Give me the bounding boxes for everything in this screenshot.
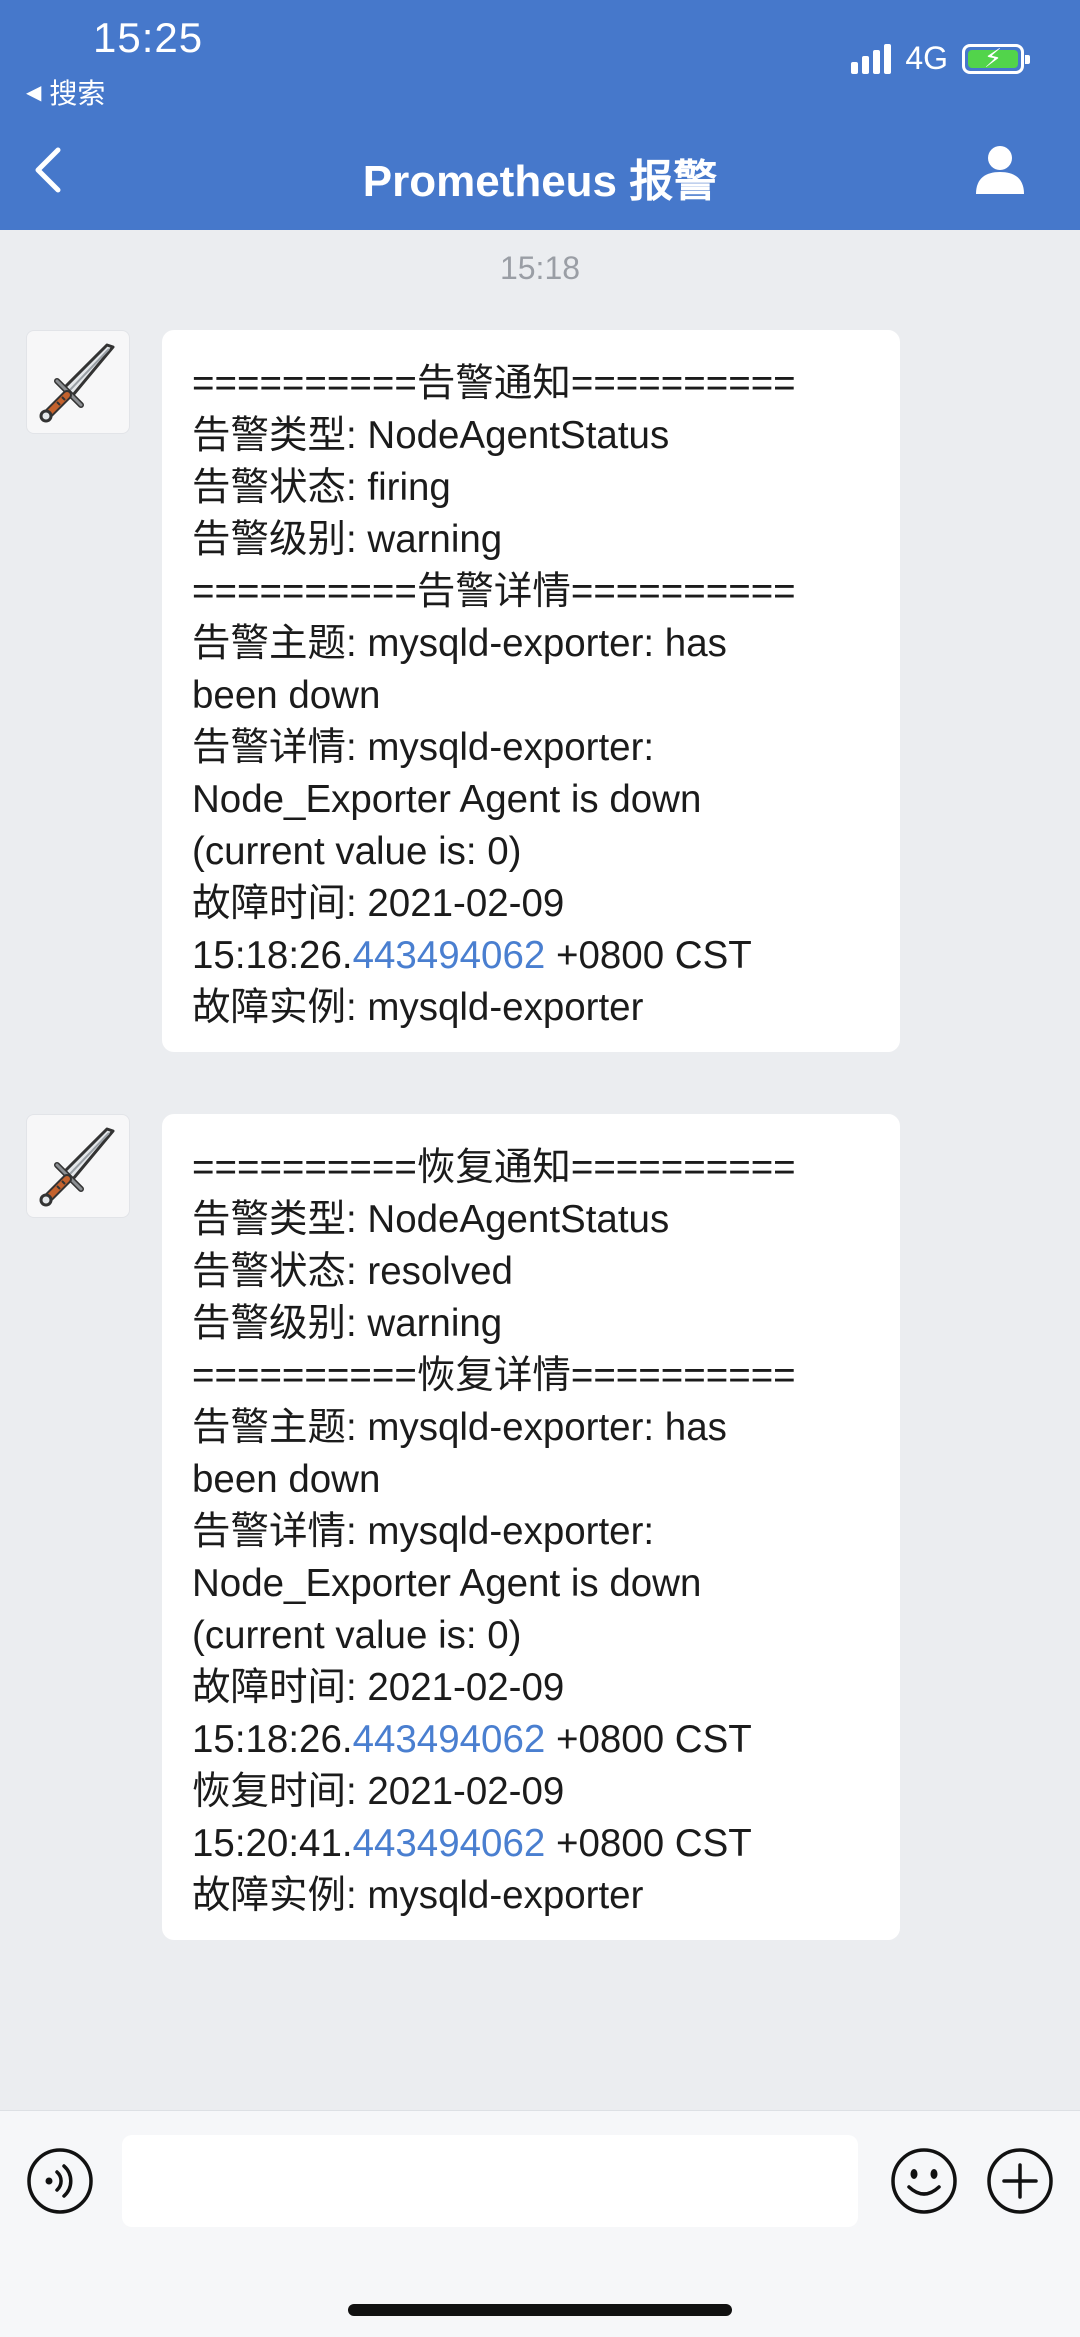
message-line: 告警类型: NodeAgentStatus	[192, 414, 670, 457]
message-line: 故障时间: 2021-02-09	[192, 1666, 565, 1709]
back-triangle-icon: ◀	[26, 81, 42, 104]
message-line: 告警级别: warning	[192, 1302, 503, 1345]
voice-icon[interactable]	[26, 2147, 94, 2215]
message-line: 告警详情: mysqld-exporter:	[192, 1510, 655, 1553]
status-indicators: 4G ⚡	[851, 40, 1030, 77]
chat-title: Prometheus 报警	[362, 157, 718, 206]
chat-timestamp: 15:18	[499, 250, 581, 286]
network-type: 4G	[905, 40, 948, 76]
sword-icon	[39, 1127, 115, 1207]
bot-avatar[interactable]	[26, 1114, 130, 1218]
message-line: 恢复时间: 2021-02-09	[192, 1770, 565, 1813]
input-bar	[0, 2110, 1080, 2337]
message-line: been down	[192, 1458, 381, 1501]
message-line-with-link: 15:20:41.443494062 +0800 CST	[192, 1822, 752, 1865]
bot-avatar[interactable]	[26, 330, 130, 434]
message-line: (current value is: 0)	[192, 1614, 522, 1657]
message-line: ==========恢复通知==========	[192, 1146, 796, 1189]
message-line: 告警主题: mysqld-exporter: has	[192, 1406, 727, 1449]
message-line-with-link: 15:18:26.443494062 +0800 CST	[192, 1718, 752, 1761]
message-line: 告警主题: mysqld-exporter: has	[192, 622, 727, 665]
sword-icon	[39, 343, 115, 423]
message-input[interactable]	[122, 2135, 858, 2227]
back-to-search-link[interactable]: ◀ 搜索	[26, 72, 105, 112]
message-line: 告警状态: resolved	[192, 1250, 513, 1293]
message-line: 故障实例: mysqld-exporter	[192, 986, 644, 1029]
plus-icon[interactable]	[986, 2147, 1054, 2215]
message-line: Node_Exporter Agent is down	[192, 778, 702, 821]
message-line: 告警状态: firing	[192, 466, 451, 509]
message-line: (current value is: 0)	[192, 830, 522, 873]
message-bubble[interactable]: ==========恢复通知========== 告警类型: NodeAgent…	[162, 1114, 900, 1940]
message-line: 告警类型: NodeAgentStatus	[192, 1198, 670, 1241]
emoji-icon[interactable]	[890, 2147, 958, 2215]
message-bubble[interactable]: ==========告警通知========== 告警类型: NodeAgent…	[162, 330, 900, 1052]
battery-icon: ⚡	[962, 43, 1030, 74]
header: 15:25 ◀ 搜索 4G ⚡ Prometheus 报警	[0, 0, 1080, 230]
message-line: 故障时间: 2021-02-09	[192, 882, 565, 925]
message-line: ==========告警详情==========	[192, 570, 796, 613]
message-line: 告警详情: mysqld-exporter:	[192, 726, 655, 769]
back-to-search-label: 搜索	[49, 78, 106, 109]
phone-number-link[interactable]: 443494062	[353, 934, 546, 977]
status-time: 15:25	[93, 14, 204, 61]
home-indicator[interactable]	[348, 2304, 732, 2316]
message-line: ==========恢复详情==========	[192, 1354, 796, 1397]
message-line-with-link: 15:18:26.443494062 +0800 CST	[192, 934, 752, 977]
phone-number-link[interactable]: 443494062	[353, 1822, 546, 1865]
message-line: ==========告警通知==========	[192, 362, 796, 405]
message-line: been down	[192, 674, 381, 717]
phone-number-link[interactable]: 443494062	[353, 1718, 546, 1761]
message-line: 告警级别: warning	[192, 518, 503, 561]
signal-icon	[851, 43, 892, 74]
profile-icon[interactable]	[972, 140, 1028, 196]
message-line: 故障实例: mysqld-exporter	[192, 1874, 644, 1917]
message-line: Node_Exporter Agent is down	[192, 1562, 702, 1605]
